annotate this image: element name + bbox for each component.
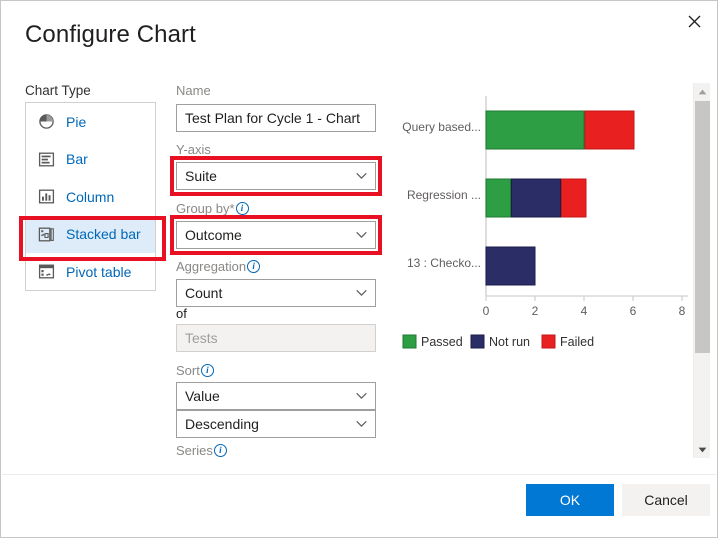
legend-label-passed: Passed — [421, 335, 463, 349]
chart-type-item-label: Column — [66, 189, 114, 205]
x-axis-tick-label: 8 — [679, 304, 686, 318]
bar-segment-not-run — [512, 179, 561, 217]
chart-type-item-bar[interactable]: Bar — [26, 141, 155, 179]
y-axis-select-value: Suite — [185, 163, 217, 189]
vertical-scrollbar[interactable] — [693, 83, 710, 458]
bar-segment-passed — [486, 179, 511, 217]
sort-label-text: Sort — [176, 363, 200, 378]
of-field-value: Tests — [185, 325, 218, 351]
name-input[interactable]: Test Plan for Cycle 1 - Chart — [176, 104, 376, 132]
close-icon-glyph — [688, 15, 701, 28]
group-by-label-text: Group by* — [176, 201, 235, 216]
chart-type-item-label: Pivot table — [66, 264, 131, 280]
stacked-bar-chart: Query based... Regression ... 13 : Check… — [391, 86, 691, 361]
group-by-select-value: Outcome — [185, 222, 242, 248]
aggregation-select-value: Count — [185, 280, 222, 306]
legend-swatch-failed — [542, 335, 555, 348]
legend-label-not-run: Not run — [489, 335, 530, 349]
y-axis-tick-label: Regression ... — [407, 188, 481, 202]
caret-down-icon — [698, 447, 707, 453]
chart-type-item-pie[interactable]: Pie — [26, 103, 155, 141]
pivot-table-icon — [38, 263, 55, 280]
x-axis-tick-label: 0 — [483, 304, 490, 318]
of-label: of — [176, 306, 187, 321]
chart-type-item-pivot-table[interactable]: Pivot table — [26, 253, 155, 291]
scroll-down-button[interactable] — [694, 441, 711, 458]
x-axis-tick-label: 6 — [630, 304, 637, 318]
chart-type-list[interactable]: Pie Bar Column — [25, 102, 156, 291]
stacked-bar-icon — [38, 226, 55, 243]
series-label: Series i — [176, 443, 376, 458]
legend-swatch-not-run — [471, 335, 484, 348]
caret-up-icon — [698, 89, 707, 95]
x-axis-tick-label: 4 — [581, 304, 588, 318]
aggregation-select[interactable]: Count — [176, 279, 376, 307]
column-chart-icon — [38, 188, 55, 205]
group-by-label: Group by* i — [176, 201, 249, 216]
group-by-select[interactable]: Outcome — [176, 221, 376, 249]
y-axis-tick-label: 13 : Checko... — [407, 256, 481, 270]
aggregation-label-text: Aggregation — [176, 259, 246, 274]
bar-segment-not-run — [486, 247, 535, 285]
chevron-down-icon — [356, 290, 367, 297]
aggregation-label: Aggregation i — [176, 259, 260, 274]
footer-divider — [2, 474, 716, 475]
chevron-down-icon — [356, 232, 367, 239]
pie-chart-icon — [38, 113, 55, 130]
chart-type-item-label: Pie — [66, 114, 86, 130]
x-axis-tick-label: 2 — [532, 304, 539, 318]
sort-order-select[interactable]: Descending — [176, 410, 376, 438]
ok-button[interactable]: OK — [526, 484, 614, 516]
y-axis-tick-label: Query based... — [402, 120, 481, 134]
bar-segment-failed — [585, 111, 634, 149]
sort-label: Sort i — [176, 363, 214, 378]
name-label: Name — [176, 83, 211, 98]
of-field: Tests — [176, 324, 376, 352]
bar-segment-failed — [562, 179, 587, 217]
bar-segment-passed — [486, 111, 584, 149]
chevron-down-icon — [356, 393, 367, 400]
info-icon[interactable]: i — [201, 364, 214, 377]
name-input-value: Test Plan for Cycle 1 - Chart — [185, 105, 360, 131]
close-icon[interactable] — [677, 5, 711, 37]
chart-type-item-label: Bar — [66, 151, 88, 167]
chevron-down-icon — [356, 421, 367, 428]
sort-order-select-value: Descending — [185, 411, 259, 437]
scroll-up-button[interactable] — [694, 83, 711, 100]
legend-label-failed: Failed — [560, 335, 594, 349]
info-icon[interactable]: i — [236, 202, 249, 215]
chart-preview: Query based... Regression ... 13 : Check… — [391, 86, 691, 361]
chart-type-item-label: Stacked bar — [66, 226, 141, 242]
configure-chart-dialog: Configure Chart Chart Type Pie Bar — [0, 0, 718, 538]
page-title: Configure Chart — [25, 21, 196, 49]
cancel-button[interactable]: Cancel — [622, 484, 710, 516]
chart-type-item-column[interactable]: Column — [26, 178, 155, 216]
sort-field-select[interactable]: Value — [176, 382, 376, 410]
legend-swatch-passed — [403, 335, 416, 348]
info-icon[interactable]: i — [247, 260, 260, 273]
chevron-down-icon — [356, 173, 367, 180]
y-axis-label: Y-axis — [176, 142, 211, 157]
sort-field-select-value: Value — [185, 383, 220, 409]
scrollbar-thumb[interactable] — [695, 101, 710, 353]
bar-chart-icon — [38, 151, 55, 168]
info-icon[interactable]: i — [214, 444, 227, 457]
chart-type-label: Chart Type — [25, 83, 91, 98]
series-label-text: Series — [176, 443, 213, 458]
chart-type-item-stacked-bar[interactable]: Stacked bar — [26, 216, 155, 254]
y-axis-select[interactable]: Suite — [176, 162, 376, 190]
